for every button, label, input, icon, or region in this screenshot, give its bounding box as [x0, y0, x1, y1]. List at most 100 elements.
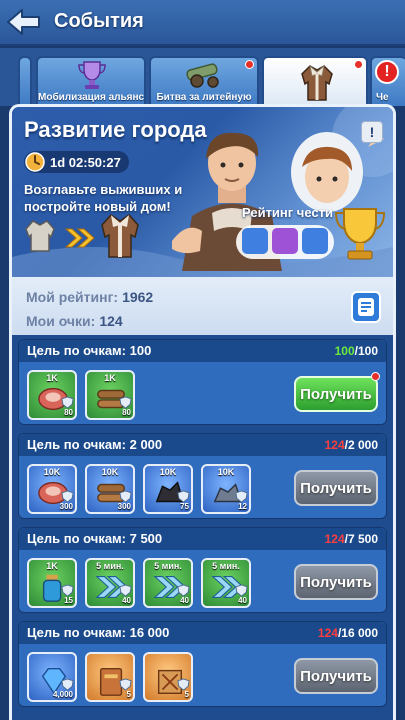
goal-header: Цель по очкам: 2 000 124/2 000 — [19, 434, 386, 456]
reward-items: 1K 80 1K 80 — [27, 370, 135, 420]
reward-item[interactable]: 10K 75 — [143, 464, 193, 514]
event-description: Возглавьте выживших и постройте новый до… — [24, 182, 183, 214]
progress-current: 124 — [324, 438, 345, 452]
timer-text: 1d 02:50:27 — [50, 154, 121, 170]
info-button[interactable]: ! — [361, 121, 383, 143]
goal-label: Цель по очкам: 16 000 — [27, 625, 170, 640]
progress-current: 124 — [317, 626, 338, 640]
event-panel: Развитие города ! 1d 02:50:27 Возглавьте… — [9, 104, 396, 720]
goal-label: Цель по очкам: 7 500 — [27, 531, 163, 546]
reward-amount: 1K — [104, 373, 116, 383]
reward-amount: 5 мин. — [96, 561, 124, 571]
event-timer: 1d 02:50:27 — [24, 151, 129, 173]
goal-row: Цель по очкам: 7 500 124/7 500 1K 15 5 м… — [18, 527, 387, 613]
claim-button[interactable]: Получить — [294, 376, 378, 412]
reward-item[interactable]: 1K 80 — [27, 370, 77, 420]
key-icon — [272, 228, 298, 254]
reward-item[interactable]: 1K 80 — [85, 370, 135, 420]
event-banner: Развитие города ! 1d 02:50:27 Возглавьте… — [12, 107, 393, 277]
reward-amount: 10K — [159, 467, 177, 477]
my-rating: Мой рейтинг: 1962 — [26, 289, 153, 305]
reward-amount: 5 мин. — [154, 561, 182, 571]
alert-icon: ! — [375, 60, 399, 84]
reward-amount: 10K — [101, 467, 119, 477]
tab-label: Мобилизация альянса — [38, 92, 146, 103]
tab-next-event[interactable]: ! Че — [370, 56, 405, 106]
page-title: События — [54, 10, 144, 32]
reward-count: 40 — [122, 596, 131, 605]
reward-item[interactable]: 5 мин. 40 — [201, 558, 251, 608]
progress-target: /7 500 — [344, 532, 378, 546]
clock-icon — [25, 152, 45, 172]
reward-item[interactable]: 10K 300 — [85, 464, 135, 514]
reward-count: 300 — [117, 502, 131, 511]
reward-item[interactable]: 5 мин. 40 — [85, 558, 135, 608]
reward-count: 40 — [180, 596, 189, 605]
progress-target: /100 — [354, 344, 378, 358]
notification-dot — [245, 60, 254, 69]
reward-count: 12 — [238, 502, 247, 511]
goal-row: Цель по очкам: 2 000 124/2 000 10K 300 1… — [18, 433, 387, 519]
notification-dot — [371, 372, 380, 381]
reward-amount: 1K — [46, 561, 58, 571]
notification-dot — [354, 60, 363, 69]
event-tabs: Мобилизация альянса Битва за литейную ! … — [0, 48, 405, 106]
upgrade-arrows-icon — [64, 228, 95, 248]
tab-label: Че — [376, 92, 389, 103]
rules-button[interactable] — [351, 291, 381, 323]
reward-count: 40 — [238, 596, 247, 605]
reward-amount: 1K — [46, 373, 58, 383]
reward-items: 10K 300 10K 300 10K 75 10K 12 — [27, 464, 251, 514]
claim-button[interactable]: Получить — [294, 470, 378, 506]
goal-row: Цель по очкам: 100 100/100 1K 80 1K 80 П… — [18, 339, 387, 425]
reward-count: 75 — [180, 502, 189, 511]
tab-foundry-battle[interactable]: Битва за литейную — [149, 56, 259, 106]
gem-icon — [242, 228, 268, 254]
claim-button[interactable]: Получить — [294, 564, 378, 600]
reward-item[interactable]: 10K 12 — [201, 464, 251, 514]
reward-item[interactable]: 5 мин. 40 — [143, 558, 193, 608]
back-arrow-icon — [7, 9, 40, 35]
reward-item[interactable]: 5 — [85, 652, 135, 702]
top-bar: События — [0, 0, 405, 46]
reward-count: 80 — [122, 408, 131, 417]
goal-label: Цель по очкам: 2 000 — [27, 437, 163, 452]
claim-button[interactable]: Получить — [294, 658, 378, 694]
goal-progress: 100/100 — [335, 344, 378, 358]
progress-target: /16 000 — [337, 626, 378, 640]
reward-item[interactable]: 10K 300 — [27, 464, 77, 514]
new-coat-icon — [101, 214, 139, 258]
reward-count: 5 — [184, 690, 189, 699]
reward-amount: 10K — [43, 467, 61, 477]
document-icon — [358, 298, 374, 316]
tab-label: Битва за литейную — [156, 92, 252, 103]
trophy-cup-icon — [78, 61, 106, 89]
fur-coat-icon — [301, 64, 333, 101]
reward-item[interactable]: 5 — [143, 652, 193, 702]
goal-progress: 124/16 000 — [318, 626, 378, 640]
honor-rewards-preview[interactable] — [236, 225, 334, 259]
honor-ranking-label: Рейтинг чести — [242, 205, 333, 220]
tab-scroll-edge[interactable] — [18, 56, 32, 106]
event-title: Развитие города — [24, 117, 207, 142]
my-points: Мои очки: 124 — [26, 313, 123, 329]
progress-current: 100 — [334, 344, 355, 358]
goal-row: Цель по очкам: 16 000 124/16 000 4,000 5 — [18, 621, 387, 707]
reward-count: 300 — [59, 502, 73, 511]
reward-amount: 5 мин. — [212, 561, 240, 571]
goal-header: Цель по очкам: 7 500 124/7 500 — [19, 528, 386, 550]
reward-count: 80 — [64, 408, 73, 417]
reward-amount: 10K — [217, 467, 235, 477]
reward-items: 4,000 5 5 — [27, 652, 193, 702]
gold-trophy-icon — [334, 208, 386, 260]
tab-alliance-mobilization[interactable]: Мобилизация альянса — [36, 56, 146, 106]
tab-city-development[interactable] — [262, 56, 368, 106]
reward-item[interactable]: 1K 15 — [27, 558, 77, 608]
back-button[interactable] — [4, 4, 44, 40]
rating-value: 1962 — [122, 289, 154, 305]
reward-item[interactable]: 4,000 — [27, 652, 77, 702]
player-stats: Мой рейтинг: 1962 Мои очки: 124 — [12, 277, 393, 335]
cannon-icon — [186, 63, 219, 88]
progress-current: 124 — [324, 532, 345, 546]
reward-count: 15 — [64, 596, 73, 605]
